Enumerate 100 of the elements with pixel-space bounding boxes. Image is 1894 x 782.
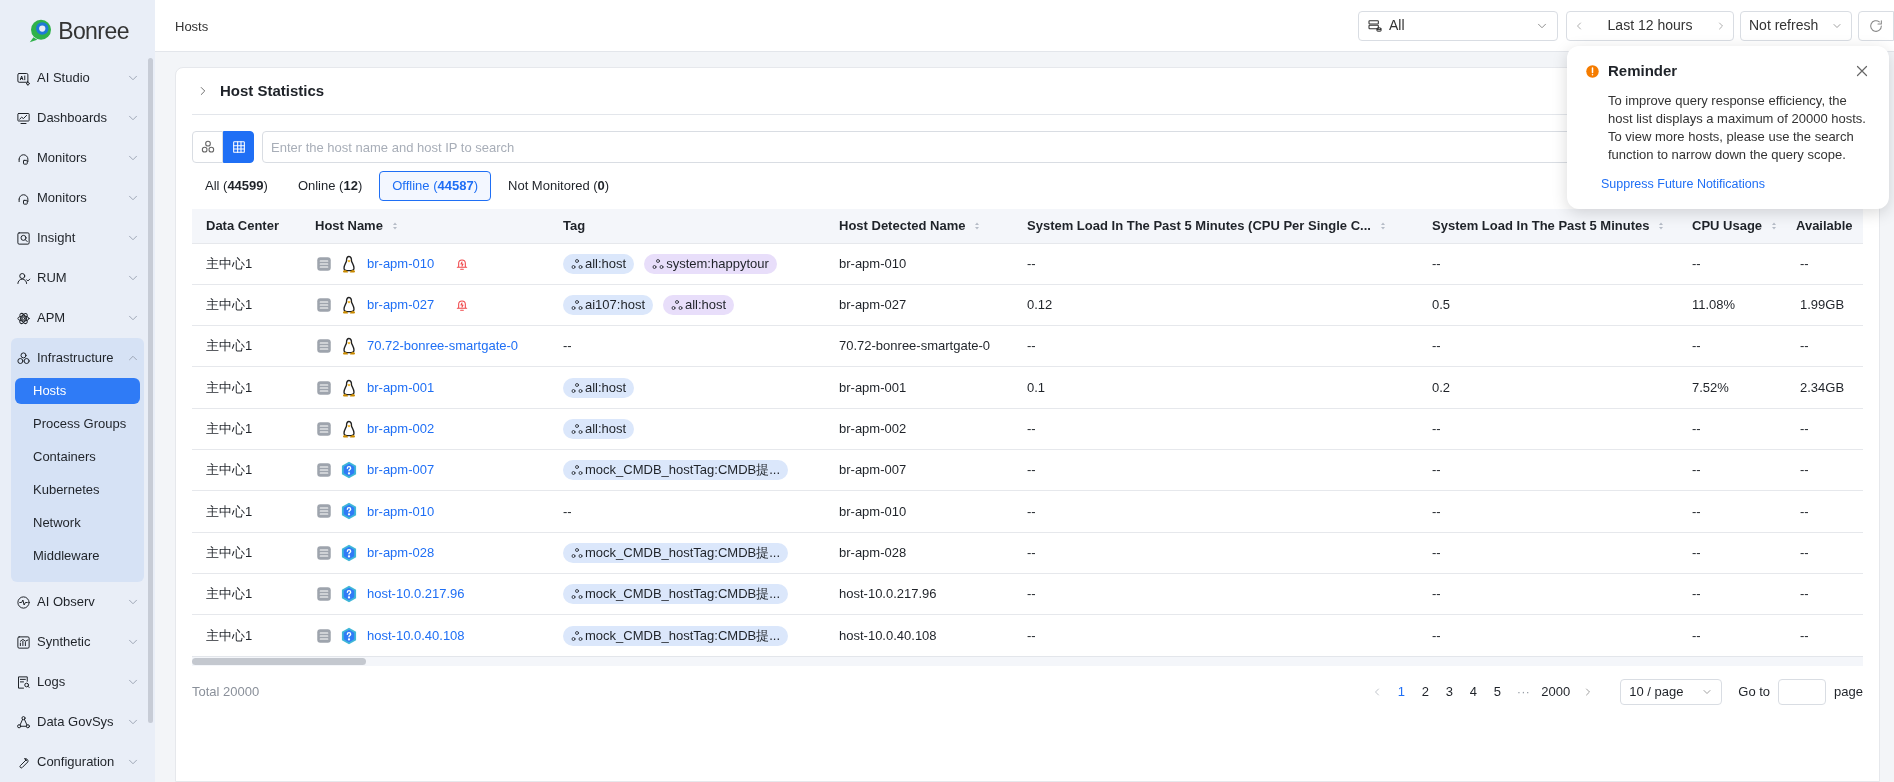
server-icon <box>315 626 333 645</box>
page-number-field[interactable] <box>1778 678 1827 705</box>
server-icon <box>315 295 333 314</box>
grid-icon <box>230 139 247 155</box>
popup-title: Reminder <box>1608 61 1679 81</box>
sidebar-subitem[interactable]: Process Groups <box>15 411 140 437</box>
suppress-link[interactable]: Suppress Future Notifications <box>1601 174 1871 194</box>
sidebar-item[interactable]: Configuration <box>11 742 144 782</box>
data-source-select[interactable]: All <box>1358 10 1558 41</box>
nodes-icon <box>571 298 583 311</box>
page-button[interactable]: 2 <box>1413 679 1438 704</box>
column-header: Host Detected Name <box>839 217 966 235</box>
sidebar-subitem[interactable]: Containers <box>15 444 140 470</box>
table-cell: -- <box>1692 627 1701 643</box>
host-link[interactable]: br-apm-010 <box>367 501 435 522</box>
host-link[interactable]: br-apm-007 <box>367 460 435 480</box>
filter-tab[interactable]: Offline (44587) <box>379 171 491 201</box>
help-hexagon-icon <box>339 460 359 481</box>
nodes-icon <box>571 629 583 642</box>
host-link[interactable]: host-10.0.217.96 <box>367 584 465 604</box>
sidebar-item[interactable]: Logs <box>11 662 144 702</box>
table-cell: -- <box>1027 586 1036 602</box>
table-view-button[interactable] <box>223 131 254 163</box>
column-header: Available <box>1796 217 1853 235</box>
table-cell: -- <box>1432 255 1441 271</box>
sidebar-item[interactable]: Dashboards <box>11 98 144 138</box>
page-button[interactable]: 4 <box>1461 679 1486 704</box>
table-cell: 主中心1 <box>206 627 253 643</box>
sidebar-item[interactable]: APM <box>11 298 144 338</box>
tag: all:host <box>563 377 635 398</box>
filter-tab[interactable]: Online (12) <box>284 171 376 201</box>
host-link[interactable]: br-apm-001 <box>367 377 435 398</box>
tag: all:host <box>663 294 735 315</box>
refresh-button[interactable] <box>1858 10 1894 41</box>
sidebar-subitem[interactable]: Network <box>15 510 140 536</box>
table-cell: -- <box>1800 338 1809 354</box>
table-cell: -- <box>1432 627 1441 643</box>
table-cell: 主中心1 <box>206 255 253 271</box>
table-cell: 主中心1 <box>206 421 253 437</box>
table-cell: -- <box>1432 503 1441 519</box>
ai-chip-icon <box>16 70 31 86</box>
scrollbar[interactable] <box>192 657 366 665</box>
sidebar-item[interactable]: Monitors <box>11 138 144 178</box>
table-cell: -- <box>1692 255 1701 271</box>
sidebar-item[interactable]: Monitors <box>11 178 144 218</box>
sidebar-item[interactable]: RUM <box>11 258 144 298</box>
sidebar-item[interactable]: Data GovSys <box>11 702 144 742</box>
sidebar-subitem[interactable]: Middleware <box>15 543 140 569</box>
sidebar-subitem[interactable]: Kubernetes <box>15 477 140 503</box>
host-link[interactable]: host-10.0.40.108 <box>367 625 465 646</box>
server-icon <box>315 543 333 562</box>
table-cell: -- <box>1800 462 1809 478</box>
column-header: CPU Usage <box>1692 217 1763 235</box>
refresh-select[interactable]: Not refresh <box>1740 10 1852 41</box>
sidebar-subitem[interactable]: Hosts <box>15 378 140 404</box>
scrollbar[interactable] <box>148 58 153 723</box>
log-search-icon <box>16 674 31 690</box>
table-cell: 70.72-bonree-smartgate-0 <box>839 338 991 354</box>
table-cell: 0.2 <box>1432 379 1451 395</box>
sidebar-item[interactable]: Insight <box>11 218 144 258</box>
column-header: Host Name <box>315 217 383 235</box>
host-link[interactable]: br-apm-010 <box>367 253 435 274</box>
table-cell: br-apm-001 <box>839 379 907 395</box>
sidebar-item[interactable]: Infrastructure <box>11 338 144 378</box>
page-button[interactable]: 3 <box>1437 679 1462 704</box>
table-cell: 0.5 <box>1432 297 1451 313</box>
page-size-select[interactable]: 10 / page <box>1620 678 1723 705</box>
time-range-picker[interactable]: Last 12 hours <box>1566 10 1734 41</box>
tag: mock_CMDB_hostTag:CMDB提... <box>563 625 789 646</box>
column-header: System Load In The Past 5 Minutes (CPU Per Single C... <box>1027 217 1371 235</box>
sidebar-item[interactable]: Synthetic <box>11 622 144 662</box>
page-button[interactable]: 5 <box>1485 679 1510 704</box>
sidebar-item[interactable]: AI Studio <box>11 58 144 98</box>
host-link[interactable]: 70.72-bonree-smartgate-0 <box>367 336 519 356</box>
table-cell: -- <box>1800 544 1809 560</box>
help-hexagon-icon <box>339 584 359 604</box>
nodes-icon <box>571 257 583 270</box>
host-link[interactable]: br-apm-027 <box>367 295 435 315</box>
page-button[interactable]: 1 <box>1389 679 1414 704</box>
filter-tab[interactable]: All (44599) <box>192 171 281 201</box>
table-cell: -- <box>1800 421 1809 437</box>
table-cell: 1.99GB <box>1800 297 1845 313</box>
table-cell: br-apm-010 <box>839 503 907 519</box>
host-link[interactable]: br-apm-028 <box>367 542 435 563</box>
table-cell: br-apm-027 <box>839 297 907 313</box>
table-cell: -- <box>1027 503 1036 519</box>
table-cell: -- <box>1432 421 1441 437</box>
filter-tab[interactable]: Not Monitored (0) <box>495 171 623 201</box>
table-cell: -- <box>1027 255 1036 271</box>
tag: mock_CMDB_hostTag:CMDB提... <box>563 460 789 481</box>
table-cell: 0.12 <box>1027 297 1053 313</box>
table-cell: -- <box>1692 586 1701 602</box>
sidebar-item[interactable]: AI Observ <box>11 582 144 622</box>
database-icon <box>1367 17 1383 34</box>
host-link[interactable]: br-apm-002 <box>367 419 435 439</box>
nodes-icon <box>571 464 583 477</box>
server-icon <box>315 254 333 273</box>
circles-icon <box>199 139 216 155</box>
topology-view-button[interactable] <box>192 131 223 163</box>
page-button[interactable]: 2000 <box>1537 679 1575 704</box>
